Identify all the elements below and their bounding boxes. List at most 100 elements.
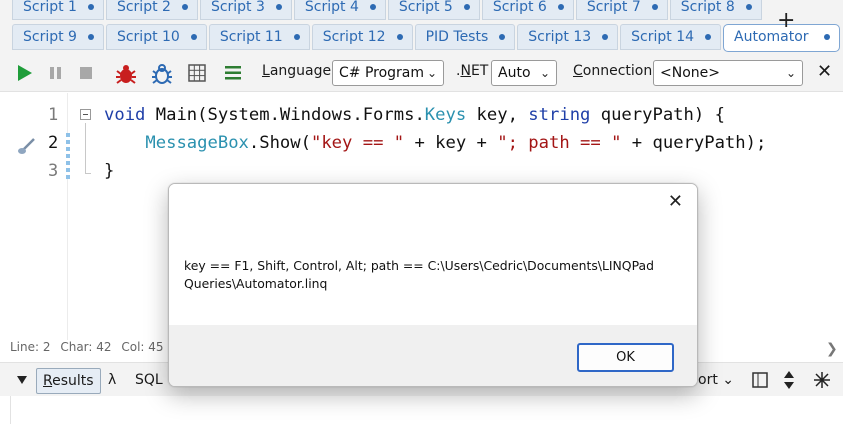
lambda-tab[interactable]: λ [108,372,116,388]
unsaved-dot-icon [705,34,712,40]
fold-guide-end [85,173,91,174]
status-col: Col: 45 [121,340,164,354]
tab-script-7[interactable]: Script 7 [575,0,668,20]
dialog-title-bar: ✕ [169,184,697,221]
code-line-3: } [104,161,115,181]
tab-label: Script 12 [322,29,386,45]
tab-label: Script 5 [398,0,453,15]
tab-script-13[interactable]: Script 13 [517,24,619,50]
tab-script-9[interactable]: Script 9 [12,24,104,50]
unsaved-dot-icon [87,4,94,10]
code-line-1: void Main(System.Windows.Forms.Keys key,… [104,105,725,125]
expand-arrows-icon[interactable] [812,370,832,390]
tab-script-12[interactable]: Script 12 [311,24,413,50]
unsaved-dot-icon [499,34,506,40]
unsaved-dot-icon [396,34,403,40]
tab-label: Script 7 [586,0,641,15]
bug-icon[interactable] [114,63,138,85]
tab-label: Script 11 [219,29,283,45]
connection-value: <None> [660,65,720,81]
dialog-message: key == F1, Shift, Control, Alt; path == … [184,258,654,291]
unsaved-dot-icon [651,4,658,10]
tab-row-1: Script 1 Script 2 Script 3 Script 4 Scri… [12,0,764,20]
fold-toggle-icon[interactable] [80,109,91,120]
run-icon[interactable] [16,63,34,83]
up-down-arrows-icon[interactable] [783,370,795,390]
tab-script-3[interactable]: Script 3 [199,0,292,20]
tab-script-10[interactable]: Script 10 [105,24,207,50]
tab-label: Script 8 [680,0,735,15]
quick-action-brush-icon[interactable] [16,135,38,157]
tab-label: Script 13 [528,29,592,45]
language-value: C# Program [339,65,425,81]
text-results-icon[interactable] [223,63,243,83]
tab-script-14[interactable]: Script 14 [620,24,722,50]
unsaved-dot-icon [181,4,188,10]
editor-status-bar: Line: 2 Char: 42 Col: 45 [10,340,170,362]
tab-script-6[interactable]: Script 6 [481,0,574,20]
chevron-down-icon: ⌄ [785,66,796,80]
dialog-close-button[interactable]: ✕ [668,192,683,212]
status-char: Char: 42 [60,340,112,354]
ok-button[interactable]: OK [577,343,674,372]
tab-script-5[interactable]: Script 5 [387,0,480,20]
panel-layout-icon[interactable] [751,371,769,389]
results-panel [10,396,843,424]
pause-icon[interactable] [48,63,64,83]
dialog-body: key == F1, Shift, Control, Alt; path == … [169,221,697,325]
chevron-down-icon: ⌄ [426,66,437,80]
message-box-dialog: ✕ key == F1, Shift, Control, Alt; path =… [168,183,698,387]
scroll-right-icon[interactable]: ❯ [826,341,838,357]
unsaved-dot-icon [293,34,300,40]
net-version-value: Auto [498,65,531,81]
tab-script-11[interactable]: Script 11 [208,24,310,50]
fold-guide [85,123,86,173]
tab-label: Script 10 [116,29,180,45]
unsaved-dot-icon [190,34,197,40]
unsaved-dot-icon [745,4,752,10]
collapse-panel-icon[interactable] [16,375,28,385]
unsaved-dot-icon [823,34,830,40]
tab-script-2[interactable]: Script 2 [105,0,198,20]
line-number: 2 [48,133,59,153]
change-marker [66,133,70,179]
add-tab-button[interactable]: + [777,9,795,33]
sql-tab[interactable]: SQL [135,372,163,388]
tab-label: Script 9 [23,29,77,45]
connection-label: Connection [573,63,653,79]
tab-strip: Script 1 Script 2 Script 3 Script 4 Scri… [0,0,843,54]
unsaved-dot-icon [275,4,282,10]
debug-bug-icon[interactable] [150,63,174,85]
code-line-2: MessageBox.Show("key == " + key + "; pat… [145,133,767,153]
tab-label: Script 2 [116,0,171,15]
language-select[interactable]: C# Program ⌄ [332,60,444,86]
tab-script-4[interactable]: Script 4 [293,0,386,20]
tab-row-2: Script 9 Script 10 Script 11 Script 12 P… [12,24,842,52]
tab-label: Script 3 [210,0,265,15]
tab-label: Script 14 [631,29,695,45]
line-number: 3 [48,161,59,181]
net-version-select[interactable]: Auto ⌄ [491,60,557,86]
tab-label: Script 1 [23,0,77,15]
unsaved-dot-icon [463,4,470,10]
export-label: ort [698,372,718,388]
tab-script-1[interactable]: Script 1 [12,0,104,20]
connection-select[interactable]: <None> ⌄ [653,60,803,86]
stop-icon[interactable] [78,63,94,83]
tab-pid-tests[interactable]: PID Tests [414,24,516,50]
line-number-gutter: 1 2 3 [8,93,68,340]
tab-label: Script 4 [304,0,359,15]
grid-results-icon[interactable] [187,63,207,83]
export-menu-button[interactable]: ort ⌄ [698,372,734,388]
close-query-button[interactable]: ✕ [817,61,832,82]
net-label: .NET [456,63,489,79]
unsaved-dot-icon [87,34,94,40]
tab-script-8[interactable]: Script 8 [669,0,762,20]
unsaved-dot-icon [557,4,564,10]
results-tab[interactable]: Results [36,368,101,394]
status-line: Line: 2 [10,340,51,354]
line-number: 1 [48,105,59,125]
language-label: Language [262,63,332,79]
chevron-down-icon: ⌄ [539,66,550,80]
unsaved-dot-icon [602,34,609,40]
